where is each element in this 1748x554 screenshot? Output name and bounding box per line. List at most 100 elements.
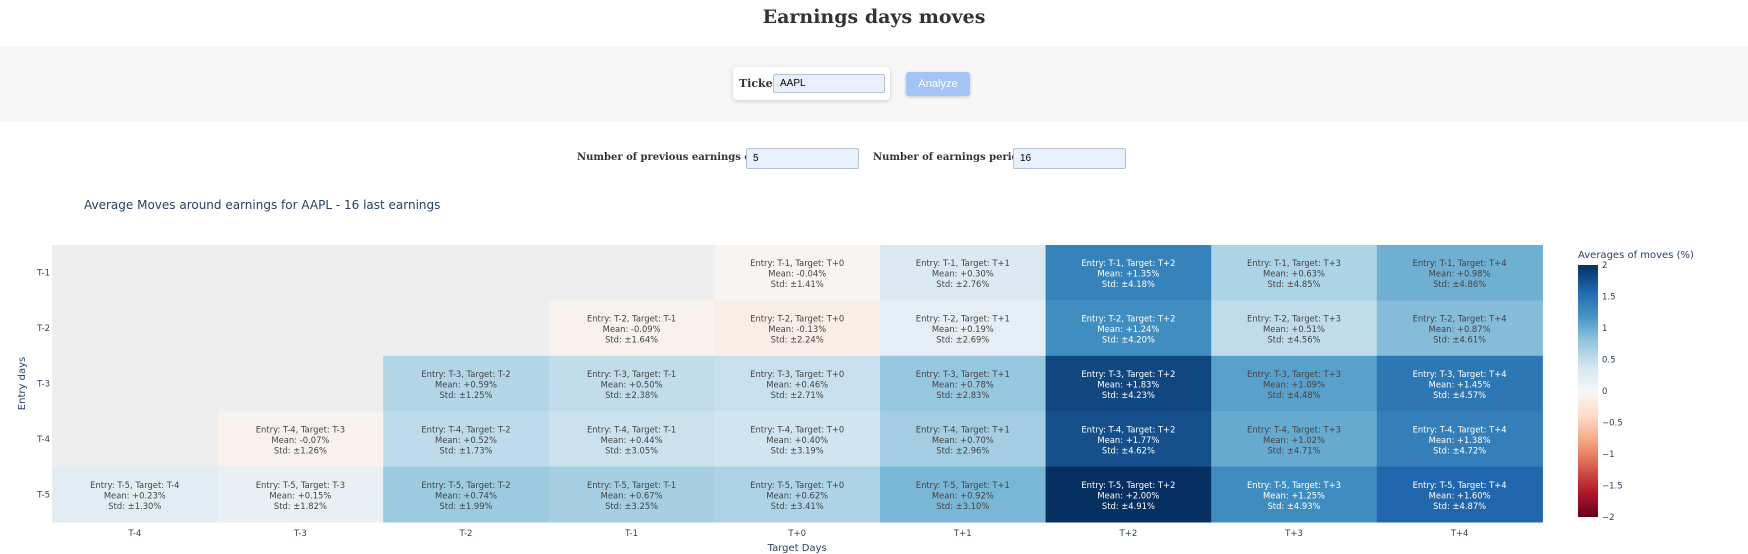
cell-label: Entry: T-4, Target: T+4 (1413, 424, 1507, 434)
cell-mean-label: Mean: +0.23% (104, 490, 166, 500)
cell-label: Entry: T-4, Target: T+2 (1081, 424, 1175, 434)
cell-label: Entry: T-4, Target: T-1 (587, 424, 676, 434)
cell-mean-label: Mean: +1.24% (1097, 324, 1159, 334)
cell-std-label: Std: ±4.93% (1267, 501, 1320, 511)
heatmap-chart: Entry: T-1, Target: T+0Mean: -0.04%Std: … (17, 245, 1694, 554)
cell-std-label: Std: ±1.99% (439, 501, 492, 511)
cell-label: Entry: T-5, Target: T+4 (1413, 480, 1507, 490)
heatmap-cell[interactable] (52, 300, 219, 357)
cell-label: Entry: T-2, Target: T+3 (1247, 314, 1341, 324)
heatmap-cell[interactable] (52, 355, 219, 412)
heatmap-cell[interactable] (52, 411, 219, 468)
cell-mean-label: Mean: +2.00% (1097, 490, 1159, 500)
y-axis-title: Entry days (17, 357, 28, 410)
cell-std-label: Std: ±2.71% (771, 390, 824, 400)
cell-std-label: Std: ±2.96% (936, 445, 989, 455)
cell-std-label: Std: ±3.10% (936, 501, 989, 511)
colorbar-tick-label: −1 (1602, 450, 1615, 460)
cell-mean-label: Mean: +0.87% (1429, 324, 1491, 334)
cell-label: Entry: T-3, Target: T+3 (1247, 369, 1341, 379)
cell-label: Entry: T-3, Target: T+1 (916, 369, 1010, 379)
cell-label: Entry: T-1, Target: T+1 (916, 258, 1010, 268)
cell-mean-label: Mean: +0.74% (435, 490, 497, 500)
cell-label: Entry: T-2, Target: T+4 (1413, 314, 1507, 324)
heatmap-cell[interactable] (548, 245, 715, 301)
cell-std-label: Std: ±1.64% (605, 335, 658, 345)
y-tick-label: T-5 (36, 490, 50, 500)
cell-label: Entry: T-5, Target: T-3 (256, 480, 345, 490)
heatmap-cell[interactable] (217, 245, 384, 301)
cell-std-label: Std: ±4.86% (1433, 279, 1486, 289)
cell-std-label: Std: ±2.38% (605, 390, 658, 400)
cell-label: Entry: T-5, Target: T+2 (1081, 480, 1175, 490)
cell-mean-label: Mean: +0.63% (1263, 269, 1325, 279)
cell-std-label: Std: ±4.61% (1433, 335, 1486, 345)
cell-std-label: Std: ±4.91% (1102, 501, 1155, 511)
colorbar-tick-label: 2 (1602, 261, 1607, 271)
cell-std-label: Std: ±3.05% (605, 445, 658, 455)
cell-std-label: Std: ±1.26% (274, 445, 327, 455)
cell-label: Entry: T-4, Target: T+0 (750, 424, 844, 434)
cell-mean-label: Mean: +0.52% (435, 435, 497, 445)
cell-std-label: Std: ±4.23% (1102, 390, 1155, 400)
cell-mean-label: Mean: +0.62% (766, 490, 828, 500)
cell-label: Entry: T-5, Target: T-2 (421, 480, 510, 490)
heatmap-cell[interactable] (217, 355, 384, 412)
cell-label: Entry: T-4, Target: T+3 (1247, 424, 1341, 434)
cell-std-label: Std: ±1.30% (108, 501, 161, 511)
colorbar-title: Averages of moves (%) (1578, 250, 1694, 261)
cell-mean-label: Mean: +0.30% (932, 269, 994, 279)
cell-std-label: Std: ±1.82% (274, 501, 327, 511)
cell-mean-label: Mean: +1.45% (1429, 380, 1491, 390)
cell-std-label: Std: ±2.76% (936, 279, 989, 289)
cell-mean-label: Mean: +0.46% (766, 380, 828, 390)
colorbar (1578, 265, 1598, 517)
x-tick-label: T-1 (624, 529, 638, 539)
cell-mean-label: Mean: +0.70% (932, 435, 994, 445)
cell-std-label: Std: ±4.48% (1267, 390, 1320, 400)
colorbar-tick-label: −0.5 (1602, 419, 1623, 429)
cell-mean-label: Mean: +1.09% (1263, 380, 1325, 390)
cell-label: Entry: T-2, Target: T+0 (750, 314, 844, 324)
cell-std-label: Std: ±4.85% (1267, 279, 1320, 289)
heatmap-cell[interactable] (217, 300, 384, 357)
cell-std-label: Std: ±2.24% (771, 335, 824, 345)
cell-mean-label: Mean: +0.98% (1429, 269, 1491, 279)
x-tick-label: T+4 (1450, 529, 1469, 539)
cell-std-label: Std: ±4.57% (1433, 390, 1486, 400)
y-tick-label: T-1 (36, 269, 50, 279)
cell-std-label: Std: ±4.56% (1267, 335, 1320, 345)
cell-label: Entry: T-1, Target: T+2 (1081, 258, 1175, 268)
x-tick-label: T+3 (1284, 529, 1303, 539)
cell-label: Entry: T-4, Target: T-2 (421, 424, 510, 434)
y-tick-label: T-4 (36, 435, 50, 445)
colorbar-tick-label: 0 (1602, 387, 1607, 397)
cell-mean-label: Mean: +0.59% (435, 380, 497, 390)
cell-std-label: Std: ±4.62% (1102, 445, 1155, 455)
cell-label: Entry: T-5, Target: T+3 (1247, 480, 1341, 490)
cell-mean-label: Mean: +0.51% (1263, 324, 1325, 334)
cell-label: Entry: T-3, Target: T+4 (1413, 369, 1507, 379)
cell-std-label: Std: ±3.41% (771, 501, 824, 511)
heatmap-cell[interactable] (52, 245, 219, 301)
cell-label: Entry: T-3, Target: T-1 (587, 369, 676, 379)
cell-mean-label: Mean: +0.19% (932, 324, 994, 334)
cell-mean-label: Mean: +0.44% (601, 435, 663, 445)
cell-mean-label: Mean: +1.83% (1097, 380, 1159, 390)
cell-mean-label: Mean: +1.77% (1097, 435, 1159, 445)
cell-label: Entry: T-1, Target: T+3 (1247, 258, 1341, 268)
cell-label: Entry: T-5, Target: T+1 (916, 480, 1010, 490)
y-tick-label: T-3 (36, 380, 50, 390)
heatmap-cell[interactable] (383, 245, 550, 301)
cell-label: Entry: T-5, Target: T-1 (587, 480, 676, 490)
x-tick-label: T-3 (293, 529, 307, 539)
cell-mean-label: Mean: +1.35% (1097, 269, 1159, 279)
cell-mean-label: Mean: -0.07% (271, 435, 329, 445)
heatmap-cell[interactable] (383, 300, 550, 357)
cell-std-label: Std: ±1.25% (439, 390, 492, 400)
cell-std-label: Std: ±4.20% (1102, 335, 1155, 345)
cell-std-label: Std: ±3.19% (771, 445, 824, 455)
cell-label: Entry: T-3, Target: T+2 (1081, 369, 1175, 379)
cell-label: Entry: T-3, Target: T+0 (750, 369, 844, 379)
cell-mean-label: Mean: +0.78% (932, 380, 994, 390)
